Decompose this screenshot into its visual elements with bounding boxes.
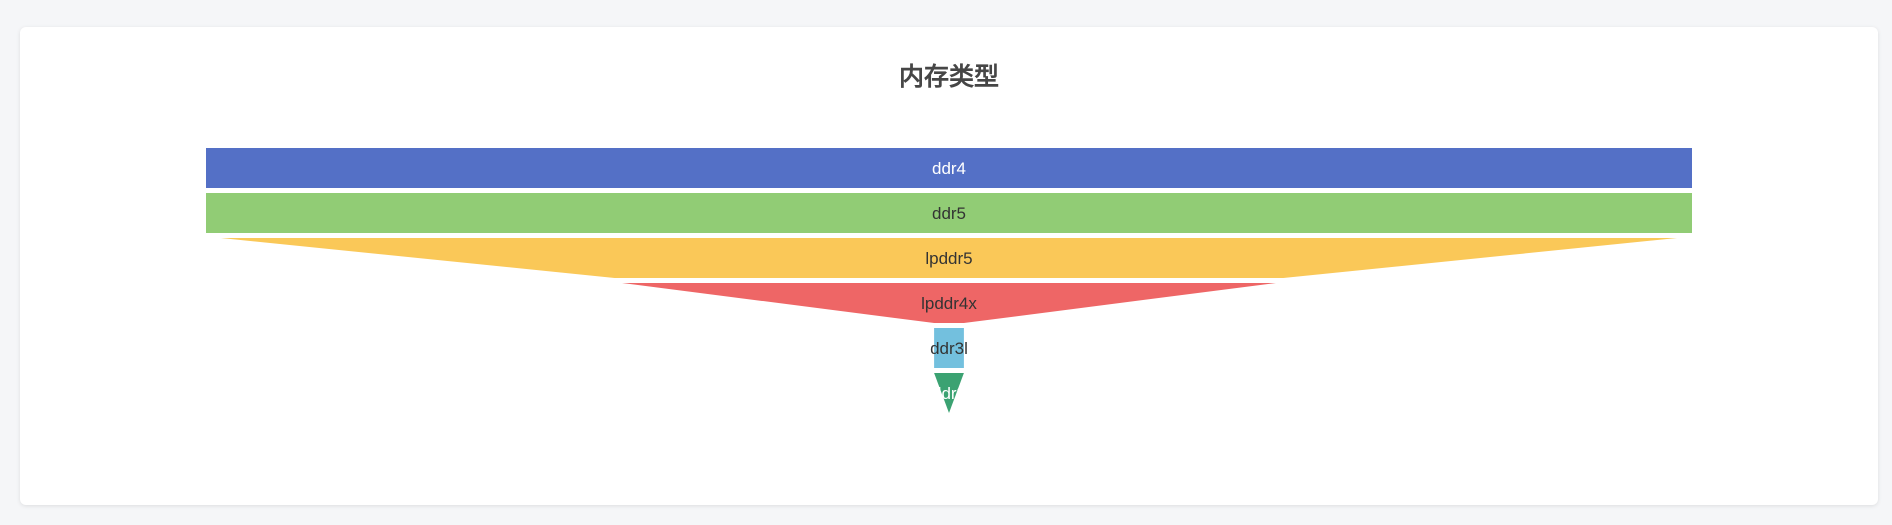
- funnel-label-ddr3l: ddr3l: [930, 339, 968, 358]
- funnel-label-lpddr5: lpddr5: [925, 249, 972, 268]
- chart-title: 内存类型: [899, 62, 999, 91]
- funnel-label-ddr4: ddr4: [932, 159, 966, 178]
- funnel-label-lpddr4x: lpddr4x: [921, 294, 977, 313]
- funnel-segments: [206, 148, 1692, 413]
- funnel-chart: 内存类型 ddr4 ddr5 lpddr5 lpddr4x ddr3l ddr3: [206, 62, 1692, 413]
- funnel-label-ddr5: ddr5: [932, 204, 966, 223]
- funnel-label-ddr3: ddr3: [932, 384, 966, 403]
